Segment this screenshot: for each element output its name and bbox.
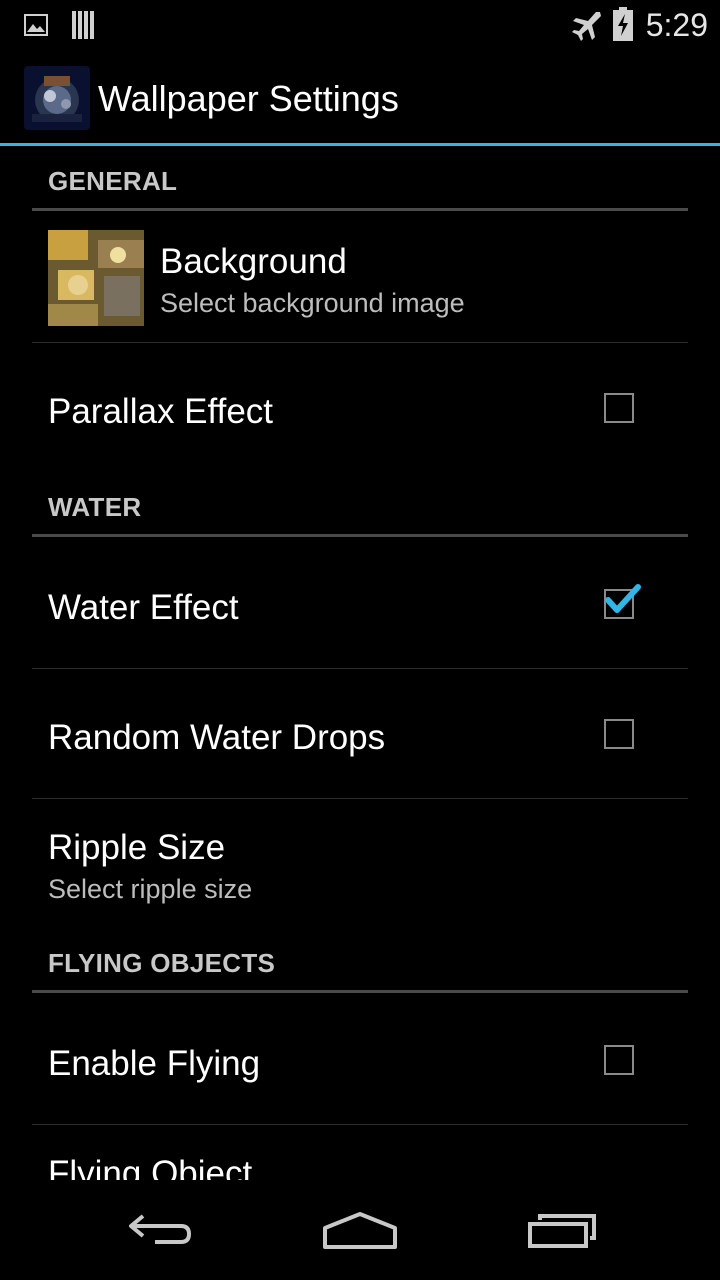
gallery-icon [24, 14, 48, 41]
recent-apps-icon [528, 1214, 596, 1248]
navigation-bar [0, 1180, 720, 1280]
pref-title: Background [160, 242, 347, 281]
item-divider [32, 668, 688, 669]
section-divider [32, 208, 688, 211]
item-divider [32, 798, 688, 799]
item-divider [32, 342, 688, 343]
section-header-water: WATER [48, 492, 142, 522]
background-thumbnail [48, 230, 144, 326]
clock: 5:29 [645, 7, 708, 43]
pref-summary: Select ripple size [48, 874, 253, 904]
checkmark-icon [605, 584, 641, 613]
section-header-general: GENERAL [48, 166, 178, 196]
pref-title: Ripple Size [48, 828, 226, 867]
pref-title: Water Effect [48, 588, 239, 627]
item-divider [32, 1124, 688, 1125]
back-button[interactable] [80, 1180, 240, 1280]
home-button[interactable] [280, 1180, 440, 1280]
pref-title: Enable Flying [48, 1044, 261, 1083]
pref-summary: Select background image [160, 288, 465, 318]
enable-flying-checkbox[interactable] [604, 1045, 634, 1075]
airplane-mode-icon [570, 8, 604, 47]
pref-title: Random Water Drops [48, 718, 386, 757]
section-divider [32, 990, 688, 993]
random-drops-checkbox[interactable] [604, 719, 634, 749]
section-header-flying-objects: FLYING OBJECTS [48, 948, 276, 978]
pref-title: Flying Object [48, 1154, 253, 1180]
parallax-checkbox[interactable] [604, 393, 634, 423]
battery-charging-icon [612, 7, 634, 46]
recent-apps-button[interactable] [482, 1180, 642, 1280]
section-divider [32, 534, 688, 537]
status-bar: 5:29 [0, 0, 720, 50]
app-icon[interactable] [24, 66, 90, 130]
settings-list[interactable]: GENERAL Background Select background ima… [0, 146, 720, 1180]
page-title: Wallpaper Settings [98, 78, 399, 119]
pref-title: Parallax Effect [48, 392, 274, 431]
back-icon [129, 1214, 192, 1244]
home-icon [323, 1212, 397, 1249]
barcode-icon [72, 11, 96, 44]
